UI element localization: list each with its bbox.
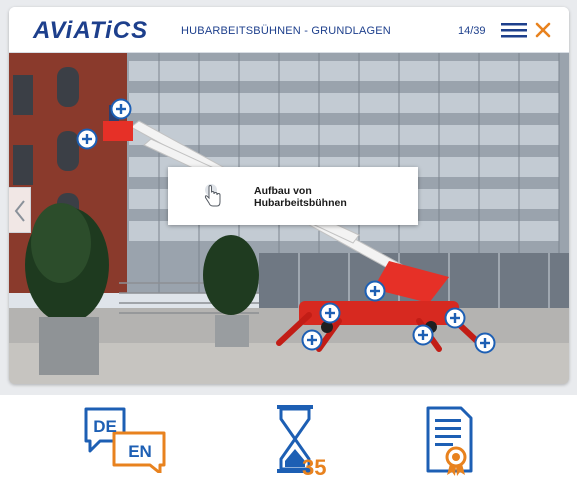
info-popup[interactable]: Aufbau von Hubarbeitsbühnen [168,167,418,225]
hotspot-basket[interactable] [76,128,98,150]
hotspot-outrigger-left[interactable] [301,329,323,351]
language-de-label: DE [93,417,117,436]
hotspot-base-right[interactable] [444,307,466,329]
certificate-button[interactable] [425,405,475,477]
previous-page-button[interactable] [9,187,31,233]
course-title: HUBARBEITSBÜHNEN - GRUNDLAGEN [181,25,391,37]
menu-button[interactable] [501,21,527,39]
timer-indicator[interactable]: 35 [271,403,335,480]
certificate-icon [426,406,473,476]
hotspot-base-left[interactable] [319,302,341,324]
info-popup-line2: Hubarbeitsbühnen [254,197,347,209]
hamburger-menu-icon [501,23,527,38]
feature-icon-bar: DE EN 35 [0,395,577,484]
plus-icon [301,329,323,351]
chevron-left-icon [14,200,25,222]
language-en-label: EN [128,442,152,461]
plus-icon [364,280,386,302]
language-de-en-icon: DE EN [84,407,166,475]
page-counter: 14/39 [458,25,486,37]
hourglass-icon: 35 [277,405,326,480]
aviatics-logo: AViATiCS [33,17,149,44]
info-popup-line1: Aufbau von [254,185,312,197]
plus-icon [76,128,98,150]
hand-pointer-icon [204,184,221,207]
hotspot-outrigger-middle[interactable] [412,324,434,346]
plus-icon [412,324,434,346]
course-window: AViATiCS HUBARBEITSBÜHNEN - GRUNDLAGEN 1… [9,7,569,384]
close-icon [535,22,551,38]
plus-icon [319,302,341,324]
scene-image: Aufbau von Hubarbeitsbühnen [9,53,569,384]
language-switch[interactable]: DE EN [84,407,174,475]
plus-icon [444,307,466,329]
plus-icon [474,332,496,354]
plus-icon [110,98,132,120]
close-button[interactable] [532,19,554,41]
hotspot-outrigger-right[interactable] [474,332,496,354]
course-frame: AViATiCS HUBARBEITSBÜHNEN - GRUNDLAGEN 1… [0,0,577,395]
hotspot-boom-joint[interactable] [364,280,386,302]
info-popup-text: Aufbau von Hubarbeitsbühnen [254,185,404,209]
timer-minutes: 35 [302,455,326,479]
top-bar: AViATiCS HUBARBEITSBÜHNEN - GRUNDLAGEN 1… [9,7,569,53]
hotspot-basket-top[interactable] [110,98,132,120]
